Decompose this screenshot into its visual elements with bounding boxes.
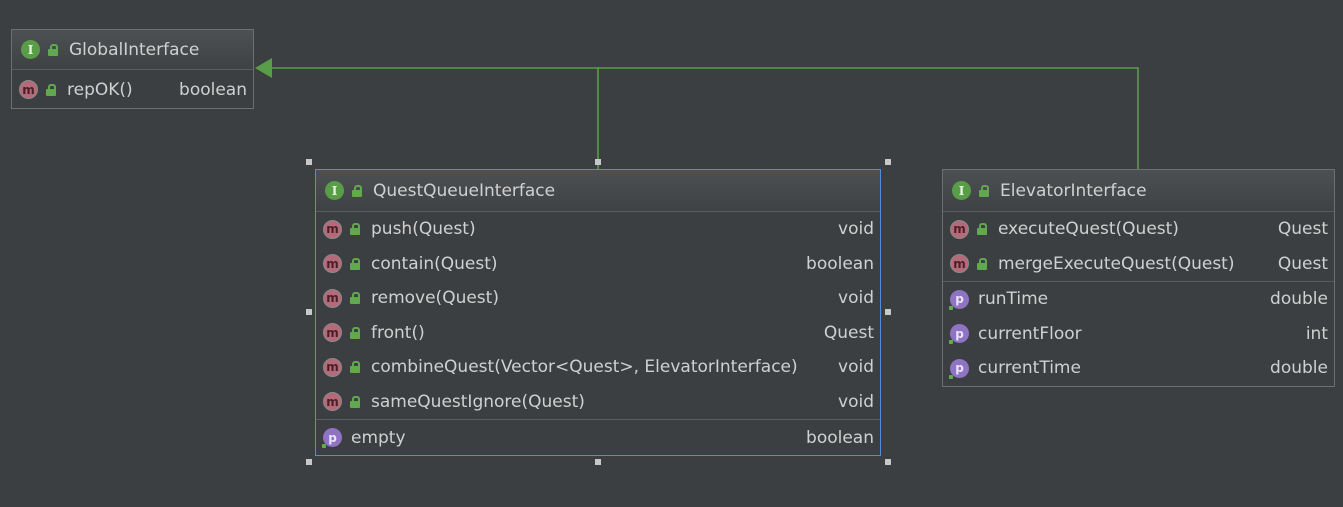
method-row[interactable]: m remove(Quest) void — [316, 281, 880, 316]
resize-handle[interactable] — [885, 459, 891, 465]
method-type: void — [838, 357, 874, 378]
node-title: ElevatorInterface — [1000, 180, 1147, 201]
method-name: push(Quest) — [371, 219, 476, 240]
method-type: void — [838, 288, 874, 309]
property-name: currentTime — [978, 358, 1081, 379]
property-icon: p — [322, 428, 342, 448]
method-icon: m — [19, 80, 38, 99]
node-elevator-interface[interactable]: I ElevatorInterface m executeQuest(Quest… — [942, 169, 1335, 387]
node-header: I GlobalInterface — [12, 30, 253, 70]
method-icon: m — [323, 288, 342, 308]
property-type: double — [1270, 289, 1328, 310]
property-row[interactable]: p currentTime double — [943, 351, 1334, 386]
method-icon: m — [323, 254, 342, 274]
method-row[interactable]: m front() Quest — [316, 316, 880, 351]
method-name: combineQuest(Vector<Quest>, ElevatorInte… — [371, 357, 798, 378]
property-row[interactable]: p currentFloor int — [943, 317, 1334, 352]
lock-icon — [48, 43, 58, 56]
node-header: I QuestQueueInterface — [316, 170, 880, 212]
property-name: runTime — [978, 289, 1049, 310]
interface-icon: I — [21, 40, 40, 59]
method-name: mergeExecuteQuest(Quest) — [998, 253, 1235, 274]
lock-icon — [977, 223, 987, 236]
method-type: boolean — [179, 79, 247, 100]
method-type: void — [838, 219, 874, 240]
method-name: repOK() — [67, 79, 133, 100]
lock-icon — [46, 83, 56, 96]
lock-icon — [977, 257, 987, 270]
method-type: Quest — [1277, 253, 1328, 274]
method-row[interactable]: m executeQuest(Quest) Quest — [943, 212, 1334, 247]
property-type: boolean — [806, 427, 874, 448]
interface-icon: I — [952, 181, 971, 200]
resize-handle[interactable] — [306, 159, 312, 165]
resize-handle[interactable] — [595, 459, 601, 465]
property-name: empty — [351, 427, 406, 448]
edge-questqueue-to-global[interactable] — [268, 67, 599, 170]
method-type: Quest — [823, 322, 874, 343]
method-name: contain(Quest) — [371, 253, 498, 274]
property-row[interactable]: p runTime double — [943, 282, 1334, 317]
lock-icon — [352, 184, 362, 197]
lock-icon — [350, 361, 360, 374]
method-icon: m — [323, 219, 342, 239]
method-name: front() — [371, 322, 425, 343]
interface-icon: I — [325, 181, 344, 200]
method-type: Quest — [1277, 219, 1328, 240]
method-type: boolean — [806, 253, 874, 274]
method-row[interactable]: m contain(Quest) boolean — [316, 247, 880, 282]
method-row[interactable]: m combineQuest(Vector<Quest>, ElevatorIn… — [316, 350, 880, 385]
node-header: I ElevatorInterface — [943, 170, 1334, 212]
resize-handle[interactable] — [595, 159, 601, 165]
inheritance-arrowhead — [255, 58, 272, 78]
property-icon: p — [949, 324, 969, 345]
property-icon: p — [949, 289, 969, 310]
node-title: GlobalInterface — [69, 39, 200, 60]
lock-icon — [979, 184, 989, 197]
lock-icon — [350, 326, 360, 339]
method-icon: m — [323, 357, 342, 377]
lock-icon — [350, 223, 360, 236]
resize-handle[interactable] — [885, 159, 891, 165]
method-name: remove(Quest) — [371, 288, 499, 309]
property-icon: p — [949, 358, 969, 379]
lock-icon — [350, 257, 360, 270]
method-icon: m — [323, 323, 342, 343]
property-type: double — [1270, 358, 1328, 379]
node-global-interface[interactable]: I GlobalInterface m repOK() boolean — [11, 29, 254, 109]
method-name: executeQuest(Quest) — [998, 219, 1179, 240]
node-title: QuestQueueInterface — [373, 180, 556, 201]
method-row[interactable]: m mergeExecuteQuest(Quest) Quest — [943, 247, 1334, 282]
method-row[interactable]: m sameQuestIgnore(Quest) void — [316, 385, 880, 420]
method-icon: m — [950, 219, 969, 239]
property-name: currentFloor — [978, 323, 1082, 344]
resize-handle[interactable] — [306, 309, 312, 315]
property-row[interactable]: p empty boolean — [316, 420, 880, 455]
property-type: int — [1305, 323, 1328, 344]
lock-icon — [350, 292, 360, 305]
resize-handle[interactable] — [306, 459, 312, 465]
method-icon: m — [950, 254, 969, 274]
resize-handle[interactable] — [885, 309, 891, 315]
method-icon: m — [323, 392, 342, 412]
method-row[interactable]: m repOK() boolean — [12, 70, 253, 109]
method-row[interactable]: m push(Quest) void — [316, 212, 880, 247]
method-type: void — [838, 391, 874, 412]
edge-elevator-to-global[interactable] — [598, 67, 1139, 169]
method-name: sameQuestIgnore(Quest) — [371, 391, 585, 412]
lock-icon — [350, 395, 360, 408]
node-quest-queue-interface[interactable]: I QuestQueueInterface m push(Quest) void… — [315, 169, 881, 456]
